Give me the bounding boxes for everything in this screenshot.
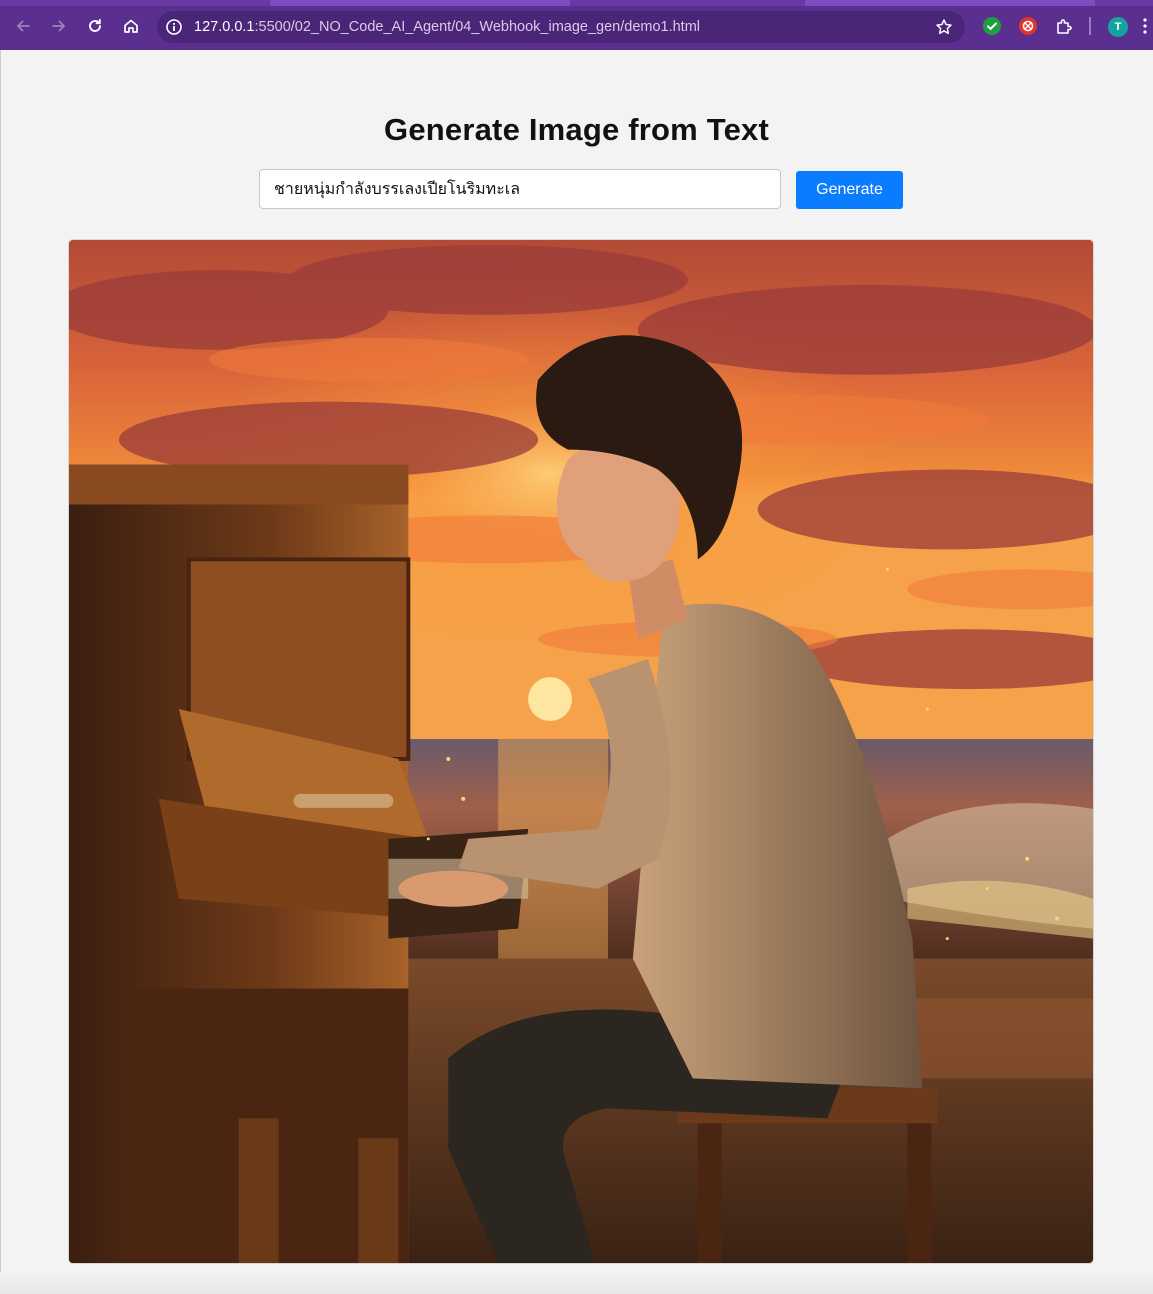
more-menu-icon[interactable] xyxy=(1143,18,1147,34)
url-host: 127.0.0.1 xyxy=(194,19,255,35)
site-info-icon[interactable] xyxy=(165,18,183,36)
page-edge xyxy=(0,50,1,1294)
page-title: Generate Image from Text xyxy=(384,112,769,147)
profile-avatar[interactable]: T xyxy=(1108,17,1128,37)
url-text: 127.0.0.1:5500/02_NO_Code_AI_Agent/04_We… xyxy=(194,19,700,35)
address-bar[interactable]: 127.0.0.1:5500/02_NO_Code_AI_Agent/04_We… xyxy=(157,11,965,43)
home-icon xyxy=(124,19,138,33)
page-bottom-shadow xyxy=(0,1272,1153,1294)
sunset-beach-pianist-painting xyxy=(69,240,1093,1263)
bookmark-star-icon[interactable] xyxy=(935,18,953,36)
url-path: :5500/02_NO_Code_AI_Agent/04_Webhook_ima… xyxy=(254,19,701,35)
extension-red-icon[interactable] xyxy=(1019,17,1037,35)
reload-button[interactable] xyxy=(82,13,108,39)
extensions-puzzle-icon[interactable] xyxy=(1055,17,1073,35)
extension-check-icon[interactable] xyxy=(983,17,1001,35)
generate-button[interactable]: Generate xyxy=(796,171,903,209)
back-button[interactable] xyxy=(10,13,36,39)
browser-toolbar: 127.0.0.1:5500/02_NO_Code_AI_Agent/04_We… xyxy=(0,0,1153,50)
prompt-input[interactable] xyxy=(259,169,781,209)
toolbar-divider xyxy=(1089,17,1091,35)
forward-button[interactable] xyxy=(46,13,72,39)
reload-icon xyxy=(89,19,101,32)
home-button[interactable] xyxy=(118,13,144,39)
forward-arrow-icon xyxy=(52,20,65,32)
generated-image xyxy=(68,239,1094,1264)
tab-strip xyxy=(0,0,1153,6)
back-arrow-icon xyxy=(17,20,30,32)
